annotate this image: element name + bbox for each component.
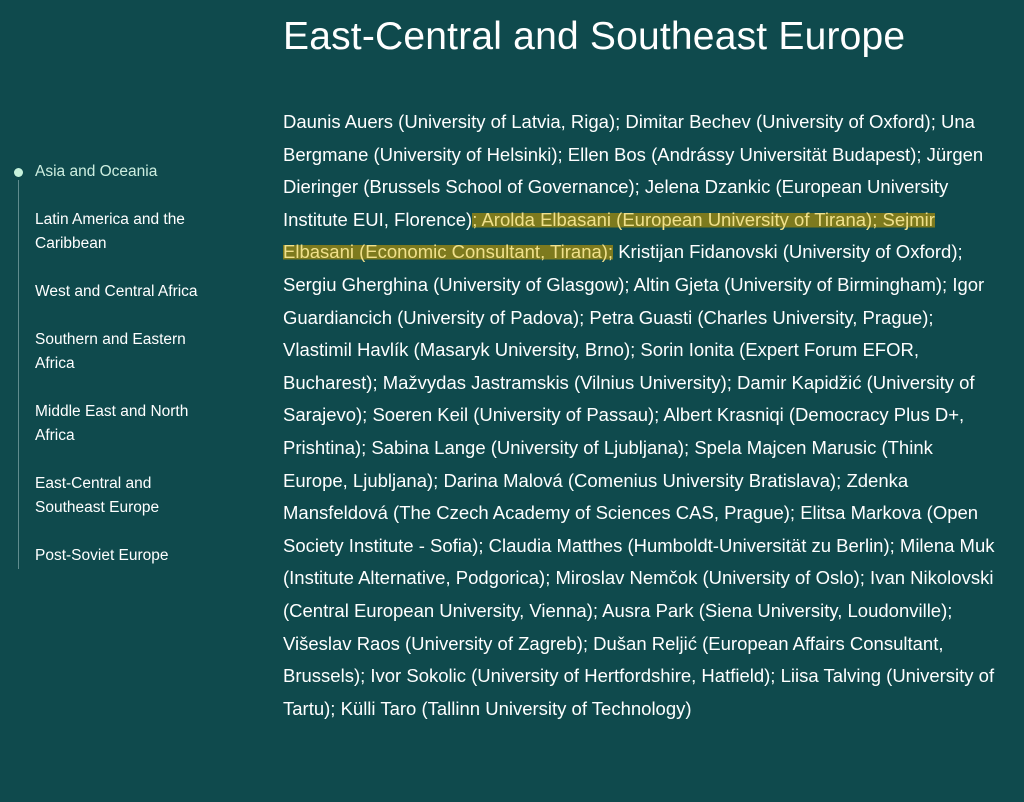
region-sidebar: Asia and Oceania Latin America and the C… [0,160,240,592]
sidebar-item-label: East-Central and Southeast Europe [35,475,160,516]
contributors-text-part2: Kristijan Fidanovski (University of Oxfo… [283,241,995,719]
sidebar-item-asia-oceania[interactable]: Asia and Oceania [0,160,240,184]
main-content: East-Central and Southeast Europe Daunis… [283,0,1003,744]
sidebar-item-label: Southern and Eastern Africa [35,331,186,372]
sidebar-item-label: West and Central Africa [35,283,198,300]
sidebar-item-east-central-southeast-europe[interactable]: East-Central and Southeast Europe [0,472,175,520]
sidebar-item-middle-east-north-africa[interactable]: Middle East and North Africa [0,400,205,448]
sidebar-item-southern-eastern-africa[interactable]: Southern and Eastern Africa [0,328,205,376]
sidebar-item-latin-america[interactable]: Latin America and the Caribbean [0,208,205,256]
region-list: Asia and Oceania Latin America and the C… [0,160,240,568]
sidebar-item-label: Post-Soviet Europe [35,547,169,564]
sidebar-item-label: Asia and Oceania [35,163,158,180]
sidebar-item-post-soviet-europe[interactable]: Post-Soviet Europe [0,544,240,568]
page-title: East-Central and Southeast Europe [283,15,906,58]
sidebar-item-label: Middle East and North Africa [35,403,189,444]
sidebar-item-label: Latin America and the Caribbean [35,211,185,252]
sidebar-item-west-central-africa[interactable]: West and Central Africa [0,280,240,304]
contributors-text: Daunis Auers (University of Latvia, Riga… [283,106,995,725]
active-dot-icon [14,168,23,177]
